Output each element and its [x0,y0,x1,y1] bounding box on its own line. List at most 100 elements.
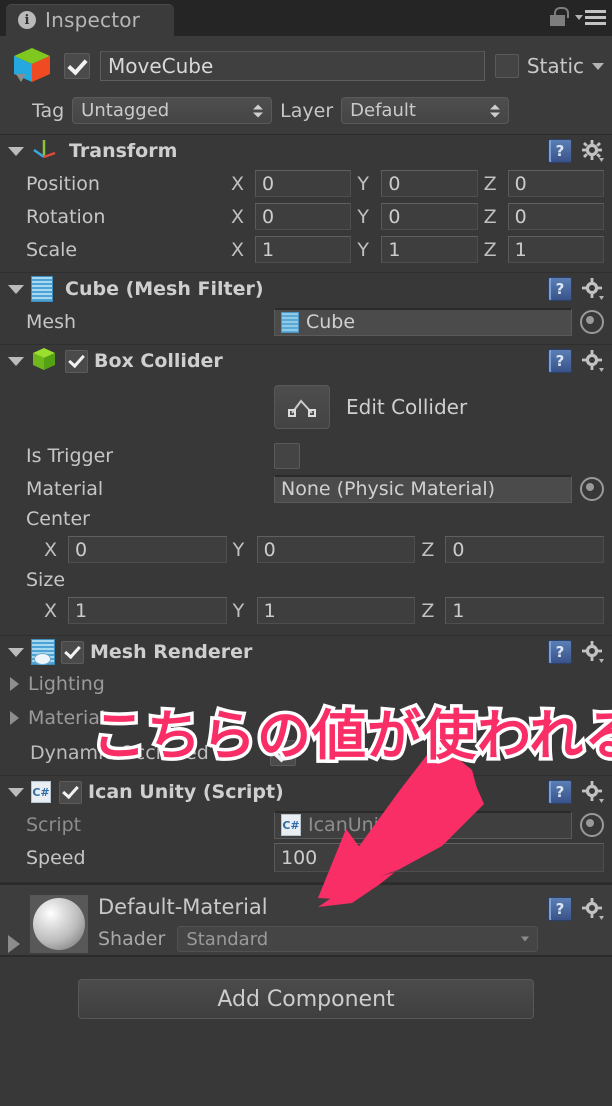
layer-dropdown-arrows-icon [490,104,501,117]
help-book-icon[interactable]: ? [548,277,572,301]
is-trigger-checkbox[interactable] [274,442,300,469]
edit-collider-button[interactable] [274,385,330,429]
component-mesh-filter-header[interactable]: Cube (Mesh Filter) ? [0,273,612,305]
scale-x-field[interactable]: 1 [255,236,352,263]
axis-y-label: Y [232,538,245,561]
gear-icon[interactable] [582,641,604,663]
component-transform: Transform ? Position X 0 Y 0 Z 0 Rotatio… [0,135,612,273]
lighting-foldout-row[interactable]: Lighting [0,668,612,700]
box-collider-enabled-checkbox[interactable] [65,349,88,373]
footer-area: Add Component [0,955,612,1055]
layer-value: Default [350,100,416,121]
tab-inspector[interactable]: i Inspector [6,4,175,36]
component-script-title: Ican Unity (Script) [88,781,284,803]
gameobject-enabled-checkbox[interactable] [64,53,90,79]
rotation-label: Rotation [26,205,106,228]
collider-material-object-field[interactable]: None (Physic Material) [274,474,572,503]
hamburger-menu-icon[interactable] [575,9,606,25]
center-z-field[interactable]: 0 [445,536,605,563]
csharp-script-icon: C# [281,814,301,836]
rotation-z-field[interactable]: 0 [507,203,604,230]
info-icon: i [18,11,36,29]
component-box-collider-header[interactable]: Box Collider ? [0,345,612,377]
tag-label: Tag [32,99,65,122]
material-foldout-arrow-icon[interactable] [8,935,20,953]
help-book-icon[interactable]: ? [548,349,572,373]
rotation-y-field[interactable]: 0 [381,203,478,230]
dynamic-occluded-row: Dynamic Occluded [0,736,612,769]
foldout-arrow-icon[interactable] [8,356,24,366]
scale-y-field[interactable]: 1 [381,236,478,263]
help-book-icon[interactable]: ? [548,897,572,921]
material-controls: ? [548,897,604,921]
foldout-arrow-icon[interactable] [10,677,19,691]
object-picker-icon[interactable] [580,476,604,501]
scale-label: Scale [26,238,78,261]
lock-open-icon[interactable] [550,7,569,27]
foldout-arrow-icon[interactable] [8,787,24,797]
static-dropdown-caret-icon[interactable] [592,62,604,70]
scale-z-field[interactable]: 1 [507,236,604,263]
shader-value: Standard [186,928,269,950]
foldout-arrow-icon[interactable] [8,146,24,156]
layer-dropdown[interactable]: Default [341,97,510,124]
foldout-arrow-icon[interactable] [10,711,19,725]
center-x-field[interactable]: 0 [68,536,227,563]
dynamic-occluded-checkbox[interactable] [270,739,296,766]
size-z-field[interactable]: 1 [445,597,605,624]
mesh-renderer-enabled-checkbox[interactable] [61,640,84,664]
size-x-field[interactable]: 1 [68,597,227,624]
mesh-object-field[interactable]: Cube [274,307,572,336]
material-name: Default-Material [98,895,268,919]
axis-z-label: Z [483,205,497,228]
component-transform-header[interactable]: Transform ? [0,135,612,167]
tag-dropdown[interactable]: Untagged [72,97,273,124]
size-y-field[interactable]: 1 [256,597,416,624]
collider-material-label: Material [26,477,104,500]
gear-icon[interactable] [582,781,604,803]
object-picker-icon[interactable] [580,812,604,837]
tag-dropdown-arrows-icon [253,104,264,117]
mesh-thumbnail-icon [281,311,299,333]
speed-label: Speed [26,846,86,869]
script-object-field[interactable]: C# IcanUnity [274,810,572,839]
help-book-icon[interactable]: ? [548,640,572,664]
script-field-row: Script C# IcanUnity [0,808,612,841]
materials-foldout-row[interactable]: Materials [0,700,612,736]
shader-dropdown[interactable]: Standard [177,926,538,952]
center-y-field[interactable]: 0 [256,536,416,563]
axis-y-label: Y [357,238,369,261]
position-z-field[interactable]: 0 [507,170,604,197]
add-component-button[interactable]: Add Component [78,979,534,1019]
position-y-field[interactable]: 0 [381,170,478,197]
scale-vector: X1 Y1 Z1 [231,236,604,263]
help-book-icon[interactable]: ? [548,780,572,804]
material-preview-block: Default-Material Shader Standard ? [0,883,612,955]
gear-icon[interactable] [582,278,604,300]
help-book-icon[interactable]: ? [548,139,572,163]
gameobject-name-input[interactable]: MoveCube [100,51,485,81]
position-x-field[interactable]: 0 [255,170,352,197]
static-checkbox[interactable] [494,54,519,78]
component-mesh-renderer-header[interactable]: Mesh Renderer ? [0,636,612,668]
shader-row: Shader Standard [98,926,538,952]
rotation-x-field[interactable]: 0 [255,203,352,230]
foldout-arrow-icon[interactable] [8,284,24,294]
gear-icon[interactable] [582,898,604,920]
speed-field-row: Speed 100 [0,841,612,874]
gear-icon[interactable] [582,350,604,372]
inspector-window: i Inspector MoveCube Static Tag Untagged… [0,0,612,1106]
foldout-arrow-icon[interactable] [8,647,24,657]
script-enabled-checkbox[interactable] [59,780,82,804]
component-box-collider-title: Box Collider [94,350,223,372]
component-transform-title: Transform [69,140,178,162]
tab-inspector-label: Inspector [45,8,141,32]
transform-rotation-row: Rotation X0 Y0 Z0 [0,200,612,233]
component-script-header[interactable]: C# Ican Unity (Script) ? [0,776,612,808]
speed-field[interactable]: 100 [274,843,604,872]
gear-icon[interactable] [582,140,604,162]
size-vector: X1 Y1 Z1 [44,597,605,624]
component-box-collider: Box Collider ? Edit Collider Is Trigger … [0,345,612,636]
object-picker-icon[interactable] [580,309,604,334]
axis-x-label: X [231,238,245,261]
